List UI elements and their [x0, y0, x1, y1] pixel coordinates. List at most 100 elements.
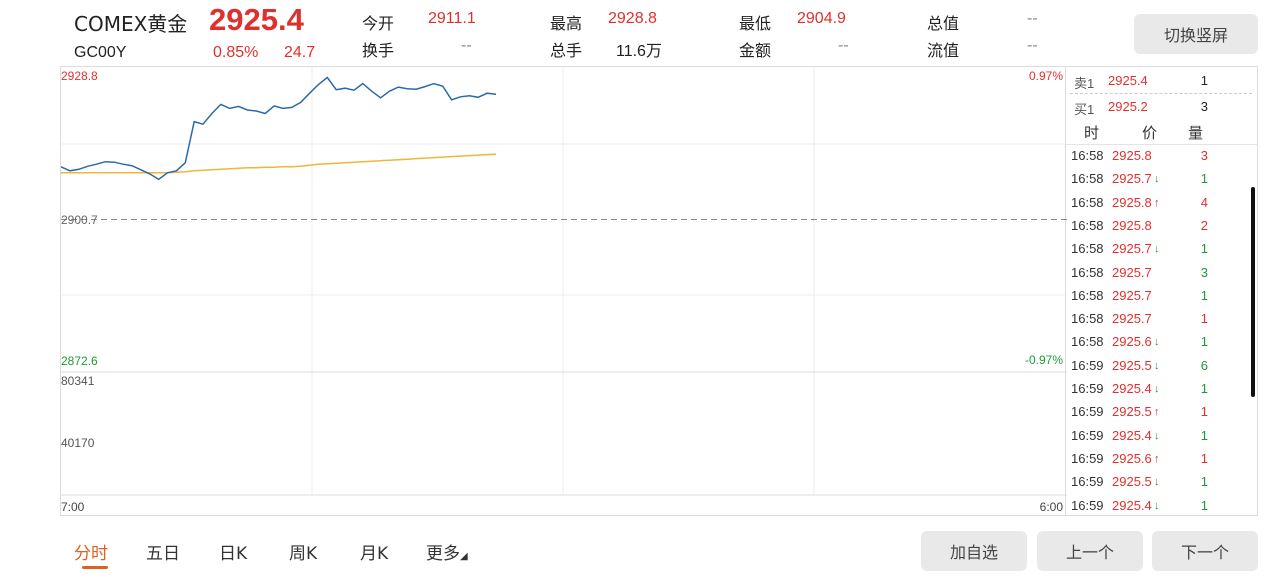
tick-time: 16:58 [1071, 194, 1104, 210]
tick-price: 2925.7 [1112, 311, 1152, 327]
tick-qty: 1 [1200, 241, 1208, 257]
tab-more[interactable]: 更多◢ [426, 539, 468, 564]
quote-header: COMEX黄金 2925.4 GC00Y 0.85% 24.7 今开 2911.… [0, 0, 1269, 66]
tab-daily-k[interactable]: 日K [219, 539, 247, 564]
add-watchlist-button[interactable]: 加自选 [921, 531, 1027, 571]
y-label-bottom: 2872.6 [61, 354, 98, 368]
y-label-prev-close: 2900.7 [61, 213, 98, 227]
stat-value-high: 2928.8 [608, 10, 657, 27]
bid-1-qty: 3 [1200, 99, 1208, 114]
tick-time: 16:58 [1071, 217, 1104, 233]
tick-arrow-icon: ↓ [1154, 383, 1160, 395]
tab-five-day[interactable]: 五日 [146, 539, 180, 564]
tick-row: 16:59 2925.5 ↓ 6 [1066, 355, 1258, 378]
tick-arrow-icon: ↓ [1154, 499, 1160, 512]
stat-label-volume: 总手 [550, 41, 583, 60]
tick-arrow-icon: ↓ [1154, 173, 1160, 186]
ticks-header-time: 时 [1084, 125, 1100, 142]
tick-qty: 1 [1200, 404, 1208, 420]
tick-arrow-icon: ↑ [1154, 452, 1160, 465]
stat-value-low: 2904.9 [797, 10, 846, 27]
stat-value-total-value: -- [1027, 10, 1038, 27]
tick-qty: 1 [1200, 450, 1208, 466]
bid-1-label: 买1 [1074, 102, 1095, 117]
previous-button[interactable]: 上一个 [1037, 531, 1143, 571]
intraday-chart[interactable]: 2928.8 2900.7 2872.6 0.97% -0.97% 80341 … [60, 66, 1067, 516]
stat-label-open: 今开 [362, 14, 395, 33]
tick-row: 16:59 2925.4 ↓ 1 [1066, 425, 1258, 448]
price-line [61, 76, 497, 181]
average-price-line [61, 153, 497, 174]
tick-price: 2925.8 [1112, 217, 1152, 233]
switch-portrait-button[interactable]: 切换竖屏 [1134, 14, 1258, 54]
tick-qty: 1 [1200, 287, 1208, 303]
stat-value-amount: -- [838, 37, 849, 54]
tick-time: 16:59 [1071, 427, 1104, 443]
tab-intraday[interactable]: 分时 [74, 539, 108, 564]
tick-qty: 1 [1200, 497, 1208, 513]
bid-1-price: 2925.2 [1108, 99, 1148, 114]
tick-qty: 3 [1200, 148, 1208, 163]
tick-price: 2925.4 [1112, 497, 1152, 513]
tick-row: 16:59 2925.4 ↓ 1 [1066, 495, 1258, 518]
tick-row: 16:59 2925.5 ↓ 1 [1066, 471, 1258, 494]
tick-arrow-icon: ↓ [1154, 243, 1160, 256]
tick-time: 16:58 [1071, 171, 1104, 187]
tick-price: 2925.6 [1112, 334, 1152, 350]
instrument-name: COMEX黄金 [74, 12, 188, 36]
tick-time: 16:59 [1071, 497, 1104, 513]
bid-1-row: 买1 2925.2 3 [1066, 95, 1258, 119]
time-label-start: 7:00 [61, 500, 85, 514]
tick-time: 16:59 [1071, 357, 1104, 373]
stat-value-volume: 11.6万 [616, 43, 662, 60]
tick-time: 16:58 [1071, 148, 1104, 163]
scrollbar[interactable] [1251, 187, 1255, 397]
tick-arrow-icon: ↓ [1154, 429, 1160, 442]
tick-arrow-icon: ↓ [1154, 336, 1160, 349]
tick-qty: 1 [1200, 427, 1208, 443]
tick-row: 16:59 2925.5 ↑ 1 [1066, 401, 1258, 424]
tick-row: 16:58 2925.7 1 [1066, 308, 1258, 331]
tab-monthly-k[interactable]: 月K [360, 539, 388, 564]
tick-arrow-icon: ↓ [1154, 476, 1160, 489]
tick-row: 16:58 2925.7 ↓ 1 [1066, 168, 1258, 191]
volume-label-mid: 40170 [61, 436, 95, 450]
last-price: 2925.4 [209, 2, 304, 37]
tick-row: 16:58 2925.7 ↓ 1 [1066, 238, 1258, 261]
y-label-top: 2928.8 [61, 69, 98, 83]
tick-qty: 1 [1200, 381, 1208, 396]
tick-row: 16:58 2925.6 ↓ 1 [1066, 331, 1258, 354]
ticks-header-price: 价 [1142, 125, 1158, 142]
stat-label-high: 最高 [550, 14, 583, 33]
tab-weekly-k[interactable]: 周K [289, 539, 317, 564]
tick-price: 2925.7 [1112, 287, 1152, 303]
tick-qty: 6 [1200, 357, 1208, 373]
tick-qty: 3 [1200, 264, 1208, 280]
tick-qty: 1 [1200, 474, 1208, 490]
tick-qty: 2 [1200, 217, 1208, 233]
book-divider [1070, 93, 1252, 94]
stat-value-float-value: -- [1027, 37, 1038, 54]
tick-price: 2925.7 [1112, 264, 1152, 280]
ask-1-row: 卖1 2925.4 1 [1066, 69, 1258, 93]
tick-price: 2925.4 [1112, 427, 1152, 443]
tick-qty: 1 [1200, 334, 1208, 350]
tick-row: 16:58 2925.7 3 [1066, 262, 1258, 285]
corner-triangle-icon: ◢ [460, 551, 468, 562]
tick-row: 16:58 2925.7 1 [1066, 285, 1258, 308]
tick-price: 2925.7 [1112, 171, 1152, 187]
tick-arrow-icon: ↓ [1154, 359, 1160, 372]
next-button[interactable]: 下一个 [1152, 531, 1258, 571]
change-percent: 0.85% [213, 44, 259, 61]
tick-row: 16:58 2925.8 ↑ 4 [1066, 192, 1258, 215]
active-tab-indicator [82, 566, 108, 569]
tick-price: 2925.5 [1112, 357, 1152, 373]
ticks-header: 时 价 量 [1066, 120, 1258, 144]
tick-time: 16:58 [1071, 241, 1104, 257]
tick-row: 16:59 2925.4 ↓ 1 [1066, 378, 1258, 401]
tick-price: 2925.5 [1112, 404, 1152, 420]
instrument-code: GC00Y [74, 44, 127, 61]
tick-time: 16:59 [1071, 474, 1104, 490]
pct-label-bottom: -0.97% [1024, 353, 1063, 367]
tick-time: 16:58 [1071, 264, 1104, 280]
